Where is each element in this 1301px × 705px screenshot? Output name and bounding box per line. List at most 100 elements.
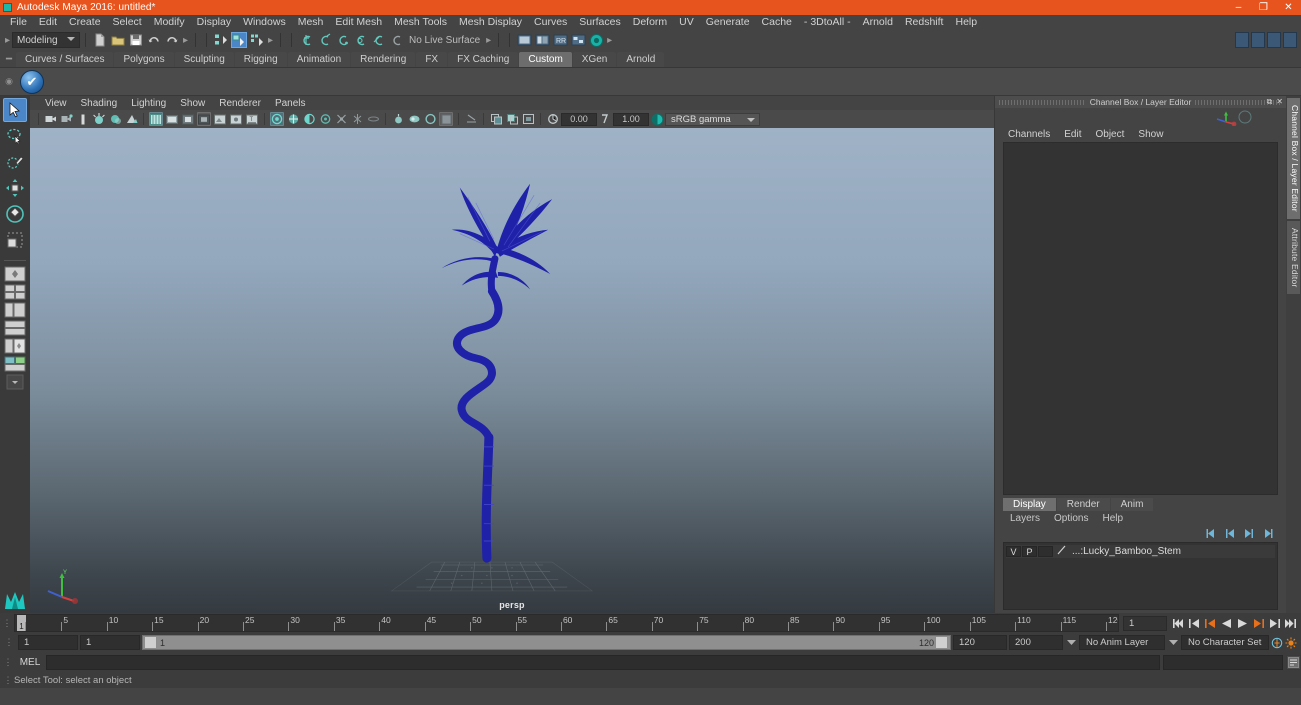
layer-playback-last-icon[interactable] [1262, 528, 1274, 539]
menu-surfaces[interactable]: Surfaces [573, 15, 626, 29]
shelf-tab-fx-caching[interactable]: FX Caching [448, 52, 518, 67]
viewport-isolate-icon[interactable] [505, 112, 519, 126]
select-tool[interactable] [3, 98, 27, 122]
command-line-grip[interactable]: ⋮ [2, 653, 14, 671]
tab-display[interactable]: Display [1003, 498, 1056, 511]
layer-playback-prev-icon[interactable] [1224, 528, 1236, 539]
gpu-cache-icon[interactable] [407, 112, 421, 126]
shadows-icon[interactable] [108, 112, 122, 126]
menu-mesh[interactable]: Mesh [292, 15, 330, 29]
multisample-icon[interactable] [302, 112, 316, 126]
exposure-control-icon[interactable] [464, 112, 478, 126]
paint-select-tool[interactable] [3, 150, 27, 174]
menu-redshift[interactable]: Redshift [899, 15, 950, 29]
single-perspective-layout[interactable] [2, 266, 28, 282]
character-set-selector[interactable]: No Character Set [1181, 635, 1269, 650]
menu-3dtoall[interactable]: - 3DtoAll - [798, 15, 857, 29]
current-frame-field[interactable]: 1 [1123, 616, 1167, 631]
wireframe-icon[interactable] [149, 112, 163, 126]
scale-tool[interactable] [3, 228, 27, 252]
go-to-end-button[interactable] [1283, 615, 1297, 631]
snap-to-projected-center-icon[interactable] [352, 32, 368, 48]
snap-to-point-icon[interactable] [334, 32, 350, 48]
two-pane-stacked-layout[interactable] [2, 338, 28, 354]
isolate-select-icon[interactable] [318, 112, 332, 126]
hypershade-persp-layout[interactable] [2, 356, 28, 372]
mask-overflow-arrow[interactable]: ▸ [266, 32, 275, 48]
time-slider-grip[interactable]: ⋮ [0, 614, 14, 632]
screen-space-ao-icon[interactable] [270, 112, 284, 126]
auto-keyframe-icon[interactable] [1271, 635, 1283, 650]
play-forwards-button[interactable] [1235, 615, 1249, 631]
menu-edit[interactable]: Edit [33, 15, 63, 29]
layers-menu-options[interactable]: Options [1047, 513, 1095, 524]
menu-mesh-tools[interactable]: Mesh Tools [388, 15, 453, 29]
menu-cache[interactable]: Cache [756, 15, 798, 29]
render-settings-icon[interactable]: RR [552, 32, 568, 48]
shelf-tab-sculpting[interactable]: Sculpting [175, 52, 234, 67]
viewport-menu-shading[interactable]: Shading [74, 98, 125, 109]
snap-to-grid-icon[interactable] [298, 32, 314, 48]
minimize-button[interactable]: – [1226, 0, 1251, 15]
redo-button[interactable] [164, 32, 180, 48]
gamma-icon[interactable] [598, 112, 612, 126]
use-all-lights-icon[interactable] [229, 112, 243, 126]
menu-create[interactable]: Create [63, 15, 107, 29]
live-surface-arrow[interactable]: ▸ [484, 32, 493, 48]
panel-close-icon[interactable]: ✕ [1276, 97, 1283, 107]
command-language-label[interactable]: MEL [17, 657, 43, 668]
layer-row[interactable]: V P ...:Lucky_Bamboo_Stem [1006, 545, 1275, 558]
viewport-panel-zoom-icon[interactable] [489, 112, 503, 126]
textured-icon[interactable] [197, 112, 211, 126]
light-manip-icon[interactable] [391, 112, 405, 126]
image-plane-icon[interactable] [76, 112, 90, 126]
menu-select[interactable]: Select [107, 15, 148, 29]
channelbox-menu-object[interactable]: Object [1089, 129, 1132, 140]
menu-generate[interactable]: Generate [700, 15, 756, 29]
channelbox-menu-show[interactable]: Show [1131, 129, 1170, 140]
snap-to-view-plane-icon[interactable] [370, 32, 386, 48]
vtab-attribute-editor[interactable]: Attribute Editor [1287, 221, 1300, 294]
tab-render[interactable]: Render [1057, 498, 1110, 511]
persp-graph-layout[interactable] [2, 320, 28, 336]
panel-drag-handle-left[interactable] [999, 100, 1086, 105]
four-view-layout[interactable] [2, 284, 28, 300]
shelf-tab-custom[interactable]: Custom [519, 52, 571, 67]
layer-visibility-toggle[interactable]: V [1006, 546, 1021, 557]
range-slider-grip[interactable]: ⋮ [2, 634, 16, 652]
shadows-toggle-icon[interactable]: T [245, 112, 259, 126]
help-line-grip[interactable]: ⋮ [2, 671, 14, 689]
statusline-collapse-arrow[interactable]: ▸ [3, 32, 12, 48]
playback-end-field[interactable]: 200 [1009, 635, 1063, 650]
animation-preferences-icon[interactable] [1285, 635, 1297, 650]
tab-anim[interactable]: Anim [1111, 498, 1154, 511]
undo-button[interactable] [146, 32, 162, 48]
shelf-tab-animation[interactable]: Animation [288, 52, 350, 67]
menu-windows[interactable]: Windows [237, 15, 292, 29]
step-back-keyframe-button[interactable] [1187, 615, 1201, 631]
shelf-options-icon[interactable]: ◉ [2, 69, 16, 95]
object-mode-icon[interactable] [231, 32, 247, 48]
range-anim-start-field[interactable]: 1 [80, 635, 140, 650]
shaded-wireframe-icon[interactable] [181, 112, 195, 126]
time-slider-track[interactable]: 1 51015202530354045505560657075808590951… [14, 614, 1119, 632]
layer-playback-toggle[interactable]: P [1022, 546, 1037, 557]
step-forward-frame-button[interactable] [1251, 615, 1265, 631]
menu-arnold[interactable]: Arnold [857, 15, 899, 29]
toggle-sidebar-icon[interactable] [1283, 32, 1297, 48]
menu-file[interactable]: File [4, 15, 33, 29]
viewport-menu-panels[interactable]: Panels [268, 98, 313, 109]
menu-curves[interactable]: Curves [528, 15, 573, 29]
ipr-render-icon[interactable] [534, 32, 550, 48]
render-overflow-arrow[interactable]: ▸ [605, 32, 614, 48]
save-scene-button[interactable] [128, 32, 144, 48]
menuset-selector[interactable]: Modeling [12, 32, 80, 48]
vtab-channel-box-layer-editor[interactable]: Channel Box / Layer Editor [1287, 98, 1300, 219]
range-slider-left-handle[interactable] [144, 636, 157, 649]
new-scene-button[interactable] [92, 32, 108, 48]
menu-deform[interactable]: Deform [627, 15, 673, 29]
anim-layer-selector[interactable]: No Anim Layer [1079, 635, 1165, 650]
layer-type-toggle[interactable] [1038, 546, 1053, 557]
shelf-tab-xgen[interactable]: XGen [573, 52, 617, 67]
shelf-tab-rigging[interactable]: Rigging [235, 52, 287, 67]
